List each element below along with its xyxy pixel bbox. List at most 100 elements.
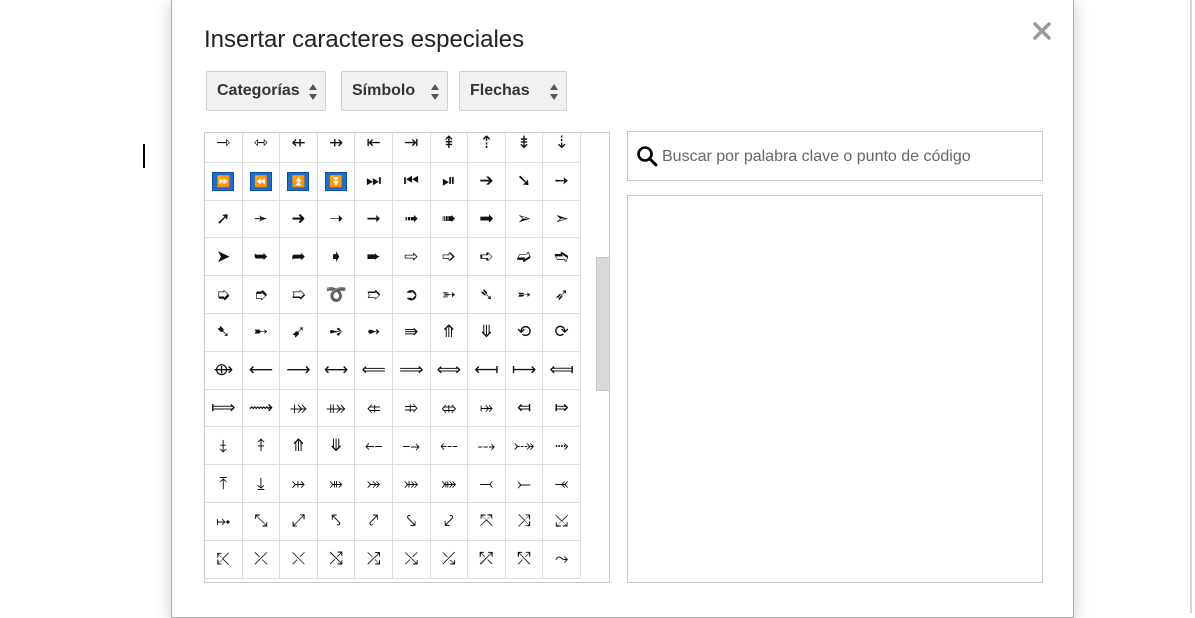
symbol-cell[interactable]: ➨	[355, 238, 393, 277]
symbol-cell[interactable]: ➟	[392, 200, 431, 239]
symbol-cell[interactable]: ⟴	[205, 351, 243, 390]
symbol-cell[interactable]: ⟿	[242, 389, 281, 428]
symbol-cell[interactable]: ➲	[392, 276, 431, 314]
symbol-cell[interactable]: ⤤	[355, 502, 393, 541]
symbol-cell[interactable]: ➹	[280, 313, 318, 352]
symbol-cell[interactable]: ⤧	[468, 502, 506, 541]
symbol-cell[interactable]: ⤂	[355, 389, 393, 428]
symbol-cell[interactable]: ⟳	[543, 313, 581, 352]
symbol-cell[interactable]: ⤇	[543, 389, 581, 428]
symbol-cell[interactable]: ➦	[280, 238, 318, 277]
symbol-cell[interactable]: ⤔	[280, 465, 318, 503]
symbol-cell[interactable]: ➔	[468, 162, 506, 201]
symbol-cell[interactable]: ⤦	[430, 502, 469, 541]
symbol-cell[interactable]: ⟷	[317, 351, 356, 390]
symbol-cell[interactable]: ⇥	[392, 133, 431, 163]
symbol-cell[interactable]: ⤫	[242, 540, 281, 579]
symbol-cell[interactable]: ➳	[430, 276, 469, 314]
symbol-cell[interactable]: ⤃	[392, 389, 431, 428]
symbol-cell[interactable]: ⟺	[430, 351, 469, 390]
symbol-cell[interactable]: ⇾	[205, 133, 243, 163]
symbol-cell[interactable]: ➚	[205, 200, 243, 239]
symbol-cell[interactable]: ➻	[355, 313, 393, 352]
symbol-cell[interactable]: ➰	[317, 276, 356, 314]
symbol-cell[interactable]: ➘	[505, 162, 544, 201]
symbol-cell[interactable]: ⤮	[355, 540, 393, 579]
symbol-cell[interactable]: ⇨	[392, 238, 431, 277]
symbol-cell[interactable]: ⇣	[543, 133, 581, 163]
symbol-cell[interactable]: ⤣	[317, 502, 356, 541]
symbol-cell[interactable]: ⤚	[505, 465, 544, 503]
symbol-cell[interactable]: ➸	[242, 313, 281, 352]
symbol-cell[interactable]: ➮	[242, 276, 281, 314]
scrollbar-thumb[interactable]	[596, 257, 609, 391]
symbol-cell[interactable]: ⟻	[468, 351, 506, 390]
symbol-cell[interactable]: ⤬	[280, 540, 318, 579]
symbol-cell[interactable]: ⤲	[505, 540, 544, 579]
symbol-cell[interactable]: ⤒	[205, 465, 243, 503]
symbol-cell[interactable]: ⤈	[205, 427, 243, 466]
symbol-cell[interactable]: ➧	[317, 238, 356, 277]
symbol-cell[interactable]: ➴	[468, 276, 506, 314]
symbol-cell[interactable]: ➠	[430, 200, 469, 239]
symbol-cell[interactable]: ⤛	[543, 465, 581, 503]
symbol-cell[interactable]: ⇡	[468, 133, 506, 163]
symbol-cell[interactable]: ⤡	[242, 502, 281, 541]
symbol-cell[interactable]: ➭	[205, 276, 243, 314]
symbol-cell[interactable]: ➺	[317, 313, 356, 352]
symbol-cell[interactable]: ⤭	[317, 540, 356, 579]
symbol-cell[interactable]: ⤉	[242, 427, 281, 466]
symbol-cell[interactable]: ⇷	[280, 133, 318, 163]
symbol-cell[interactable]: ⤪	[205, 540, 243, 579]
search-box[interactable]	[627, 131, 1043, 181]
symbol-cell[interactable]: ⤋	[468, 313, 506, 352]
symbol-cell[interactable]: ⟵	[242, 351, 281, 390]
symbol-cell[interactable]: ⟼	[505, 351, 544, 390]
symbol-cell[interactable]: ➱	[355, 276, 393, 314]
symbol-cell[interactable]: ⤖	[355, 465, 393, 503]
symbol-cell[interactable]: ⟹	[392, 351, 431, 390]
symbol-cell[interactable]: ➤	[205, 238, 243, 277]
symbol-cell[interactable]: ⤊	[430, 313, 469, 352]
symbol-dropdown[interactable]: Símbolo	[341, 71, 448, 111]
symbol-cell[interactable]: ⤓	[242, 465, 281, 503]
symbol-cell[interactable]: ⤊	[280, 427, 318, 466]
symbol-cell[interactable]: ⤯	[392, 540, 431, 579]
symbol-cell[interactable]: ⤰	[430, 540, 469, 579]
symbol-cell[interactable]: ⇤	[355, 133, 393, 163]
symbol-cell[interactable]: ➫	[505, 238, 544, 277]
symbol-cell[interactable]: ⇞	[430, 133, 469, 163]
symbol-cell[interactable]: ⏫	[280, 162, 318, 201]
symbol-cell[interactable]: ➪	[468, 238, 506, 277]
symbol-cell[interactable]: ⟾	[205, 389, 243, 428]
symbol-cell[interactable]: ⤨	[505, 502, 544, 541]
symbol-cell[interactable]: ⤏	[468, 427, 506, 466]
symbol-cell[interactable]: ➣	[543, 200, 581, 239]
symbol-cell[interactable]: ⤍	[392, 427, 431, 466]
symbol-cell[interactable]: ⇸	[317, 133, 356, 163]
arrows-dropdown[interactable]: Flechas	[459, 71, 567, 111]
symbol-cell[interactable]: ⏪	[242, 162, 281, 201]
symbol-cell[interactable]: ⇟	[505, 133, 544, 163]
symbol-cell[interactable]: ⤱	[468, 540, 506, 579]
search-input[interactable]	[660, 142, 1038, 172]
symbol-cell[interactable]: ➢	[505, 200, 544, 239]
symbol-cell[interactable]: ⤙	[468, 465, 506, 503]
symbol-cell[interactable]: ⤅	[468, 389, 506, 428]
symbol-cell[interactable]: ⤢	[280, 502, 318, 541]
symbol-cell[interactable]: ⟸	[355, 351, 393, 390]
symbol-cell[interactable]: ⤠	[205, 502, 243, 541]
symbol-cell[interactable]: ➯	[280, 276, 318, 314]
symbol-cell[interactable]: ⤀	[280, 389, 318, 428]
symbol-cell[interactable]: ⤄	[430, 389, 469, 428]
symbol-cell[interactable]: ⤘	[430, 465, 469, 503]
symbol-cell[interactable]: ➵	[505, 276, 544, 314]
symbol-cell[interactable]: ⇛	[392, 313, 431, 352]
symbol-cell[interactable]: ⤥	[392, 502, 431, 541]
symbol-cell[interactable]: ⏯	[430, 162, 469, 201]
symbol-cell[interactable]: ➛	[242, 200, 281, 239]
symbol-cell[interactable]: ⟲	[505, 313, 544, 352]
symbol-cell[interactable]: ➙	[543, 162, 581, 201]
symbol-cell[interactable]: ⤆	[505, 389, 544, 428]
symbol-cell[interactable]: ⇿	[242, 133, 281, 163]
